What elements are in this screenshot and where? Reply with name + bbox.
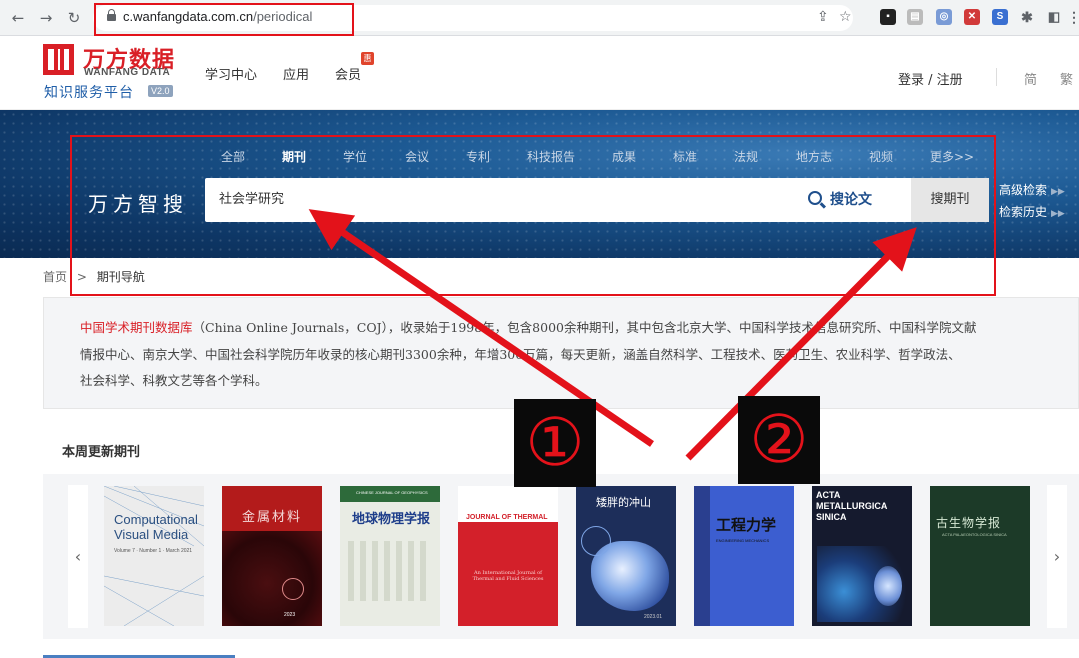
arrow-to-search-input xyxy=(308,209,654,447)
annotation-arrows xyxy=(308,209,917,461)
page: ← → ↻ c.wanfangdata.com.cn/periodical ⇪ … xyxy=(0,0,1079,658)
annotation-badge-1: ① xyxy=(514,399,596,487)
annotation-badge-2: ② xyxy=(738,396,820,484)
